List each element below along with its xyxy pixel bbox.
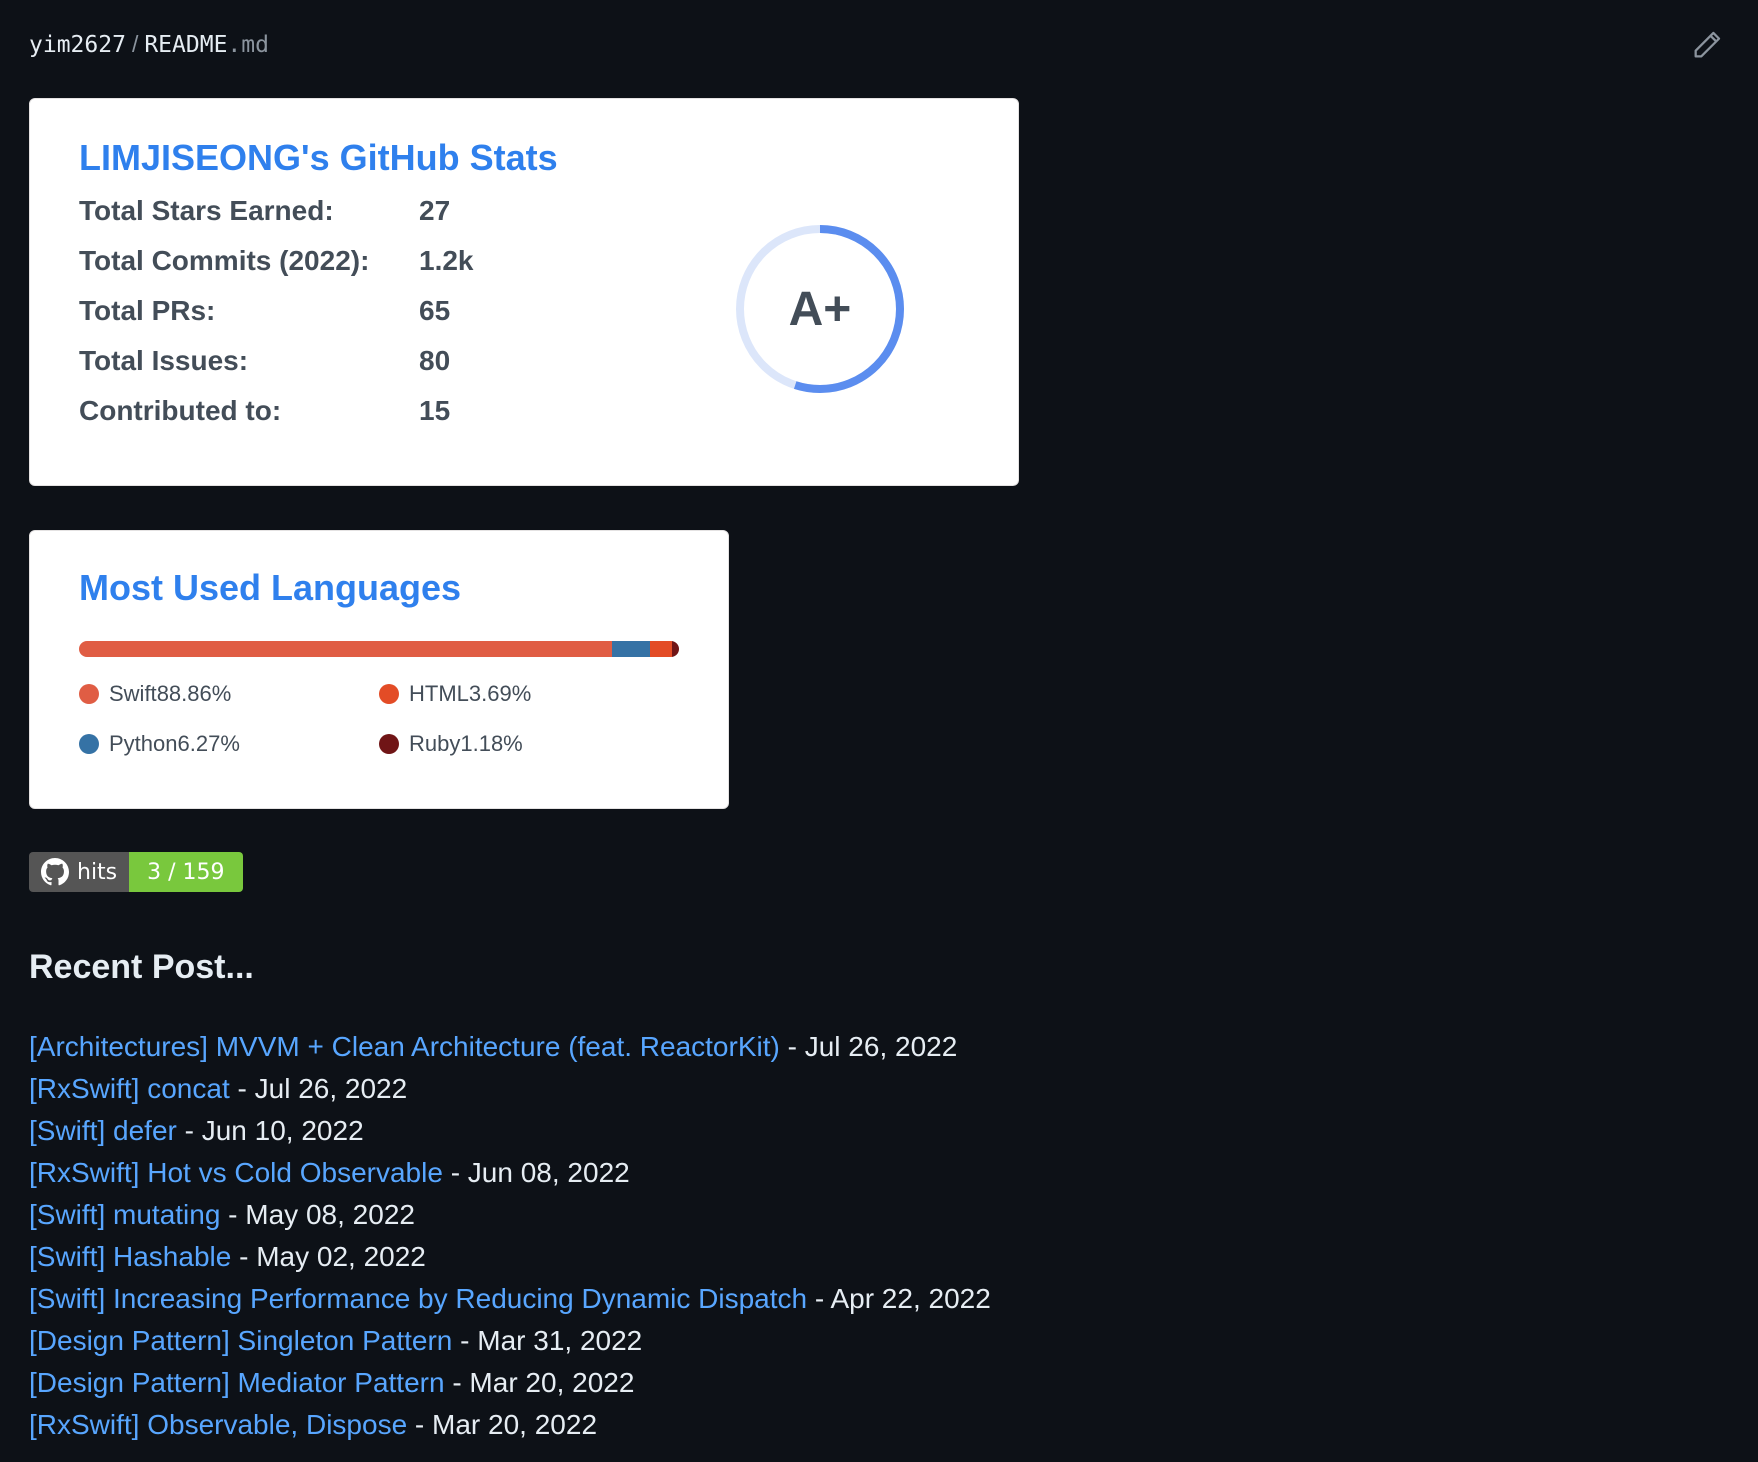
stat-row: Total Issues: 80: [79, 345, 450, 377]
stat-row: Total Commits (2022): 1.2k: [79, 245, 474, 277]
language-color-dot: [79, 734, 99, 754]
languages-card-title: Most Used Languages: [79, 567, 462, 608]
stat-label: Total PRs:: [79, 295, 216, 326]
recent-post-link[interactable]: [Swift] Hashable: [29, 1241, 231, 1272]
stat-label: Total Issues:: [79, 345, 249, 376]
github-stats-card: LIMJISEONG's GitHub Stats Total Stars Ea…: [29, 98, 1019, 486]
most-used-languages-card: Most Used Languages Swift 88.86% Python 6…: [29, 530, 729, 809]
stat-row: Total PRs: 65: [79, 295, 450, 327]
recent-post-link[interactable]: [Design Pattern] Singleton Pattern: [29, 1325, 452, 1356]
file-extension: .md: [227, 32, 269, 58]
recent-post-date: - Jul 26, 2022: [779, 1031, 958, 1062]
recent-posts-list: [Architectures] MVVM + Clean Architectur…: [29, 1026, 991, 1446]
recent-post-link[interactable]: [Swift] defer: [29, 1115, 177, 1146]
stat-value: 1.2k: [419, 245, 474, 276]
recent-post-item: [Swift] mutating - May 08, 2022: [29, 1194, 991, 1236]
hits-count: 3 / 159: [129, 852, 243, 892]
file-breadcrumb: yim2627/README.md: [29, 31, 269, 58]
recent-post-item: [Architectures] MVVM + Clean Architectur…: [29, 1026, 991, 1068]
stat-label: Total Stars Earned:: [79, 195, 334, 226]
repo-owner[interactable]: yim2627: [29, 32, 126, 58]
recent-post-date: - Jun 10, 2022: [176, 1115, 364, 1146]
hits-badge-label-area: hits: [29, 852, 130, 892]
language-name: Ruby: [409, 731, 461, 756]
edit-file-button[interactable]: [1690, 28, 1724, 62]
recent-post-date: - May 02, 2022: [231, 1241, 426, 1272]
stat-value: 80: [419, 345, 451, 376]
stat-value: 27: [419, 195, 451, 226]
stat-label: Total Commits (2022):: [79, 245, 370, 276]
language-legend-html: HTML 3.69%: [379, 681, 531, 707]
languages-progress-bar: [79, 641, 679, 657]
language-bar-segment-swift: [79, 641, 613, 657]
recent-post-date: - May 08, 2022: [220, 1199, 415, 1230]
recent-post-item: [Swift] Hashable - May 02, 2022: [29, 1236, 991, 1278]
recent-post-link[interactable]: [Architectures] MVVM + Clean Architectur…: [29, 1031, 780, 1062]
path-separator: /: [131, 31, 139, 57]
language-color-dot: [79, 684, 99, 704]
language-percent: 88.86%: [156, 681, 232, 706]
recent-post-item: [Swift] defer - Jun 10, 2022: [29, 1110, 991, 1152]
recent-post-item: [RxSwift] concat - Jul 26, 2022: [29, 1068, 991, 1110]
rank-circle: A+: [720, 209, 920, 409]
hits-badge[interactable]: hits 3 / 159: [29, 852, 243, 892]
stat-row: Total Stars Earned: 27: [79, 195, 450, 227]
recent-post-link[interactable]: [RxSwift] Observable, Dispose: [29, 1409, 407, 1440]
recent-post-date: - Mar 20, 2022: [444, 1367, 635, 1398]
language-legend-python: Python 6.27%: [79, 731, 240, 757]
recent-post-link[interactable]: [RxSwift] Hot vs Cold Observable: [29, 1157, 443, 1188]
stat-label: Contributed to:: [79, 395, 282, 426]
language-percent: 6.27%: [177, 731, 240, 756]
recent-post-item: [Design Pattern] Mediator Pattern - Mar …: [29, 1362, 991, 1404]
stat-value: 15: [419, 395, 451, 426]
recent-post-link[interactable]: [Swift] mutating: [29, 1199, 220, 1230]
language-name: Python: [109, 731, 178, 756]
language-bar-segment-python: [612, 641, 650, 657]
recent-post-date: - Jun 08, 2022: [442, 1157, 630, 1188]
stat-value: 65: [419, 295, 451, 326]
language-bar-segment-ruby: [671, 641, 679, 657]
hits-label: hits: [77, 859, 118, 885]
rank-grade: A+: [788, 282, 852, 336]
language-name: Swift: [109, 681, 157, 706]
recent-post-item: [RxSwift] Hot vs Cold Observable - Jun 0…: [29, 1152, 991, 1194]
language-name: HTML: [409, 681, 469, 706]
language-percent: 3.69%: [468, 681, 532, 706]
language-legend-ruby: Ruby 1.18%: [379, 731, 523, 757]
recent-post-link[interactable]: [RxSwift] concat: [29, 1073, 230, 1104]
stat-row: Contributed to: 15: [79, 395, 450, 427]
recent-posts-heading: Recent Post...: [29, 948, 254, 986]
file-name: README: [144, 32, 228, 58]
recent-post-date: - Apr 22, 2022: [807, 1283, 991, 1314]
language-percent: 1.18%: [460, 731, 523, 756]
language-color-dot: [379, 684, 399, 704]
github-icon: [41, 858, 69, 886]
language-bar-segment-html: [649, 641, 672, 657]
language-legend-swift: Swift 88.86%: [79, 681, 231, 707]
recent-post-date: - Mar 20, 2022: [407, 1409, 598, 1440]
stats-card-title: LIMJISEONG's GitHub Stats: [79, 137, 558, 178]
pencil-icon: [1694, 31, 1721, 58]
recent-post-item: [Swift] Increasing Performance by Reduci…: [29, 1278, 991, 1320]
recent-post-link[interactable]: [Design Pattern] Mediator Pattern: [29, 1367, 445, 1398]
recent-post-date: - Jul 26, 2022: [229, 1073, 408, 1104]
language-color-dot: [379, 734, 399, 754]
recent-post-link[interactable]: [Swift] Increasing Performance by Reduci…: [29, 1283, 807, 1314]
recent-post-item: [Design Pattern] Singleton Pattern - Mar…: [29, 1320, 991, 1362]
recent-post-item: [RxSwift] Observable, Dispose - Mar 20, …: [29, 1404, 991, 1446]
recent-post-date: - Mar 31, 2022: [452, 1325, 643, 1356]
